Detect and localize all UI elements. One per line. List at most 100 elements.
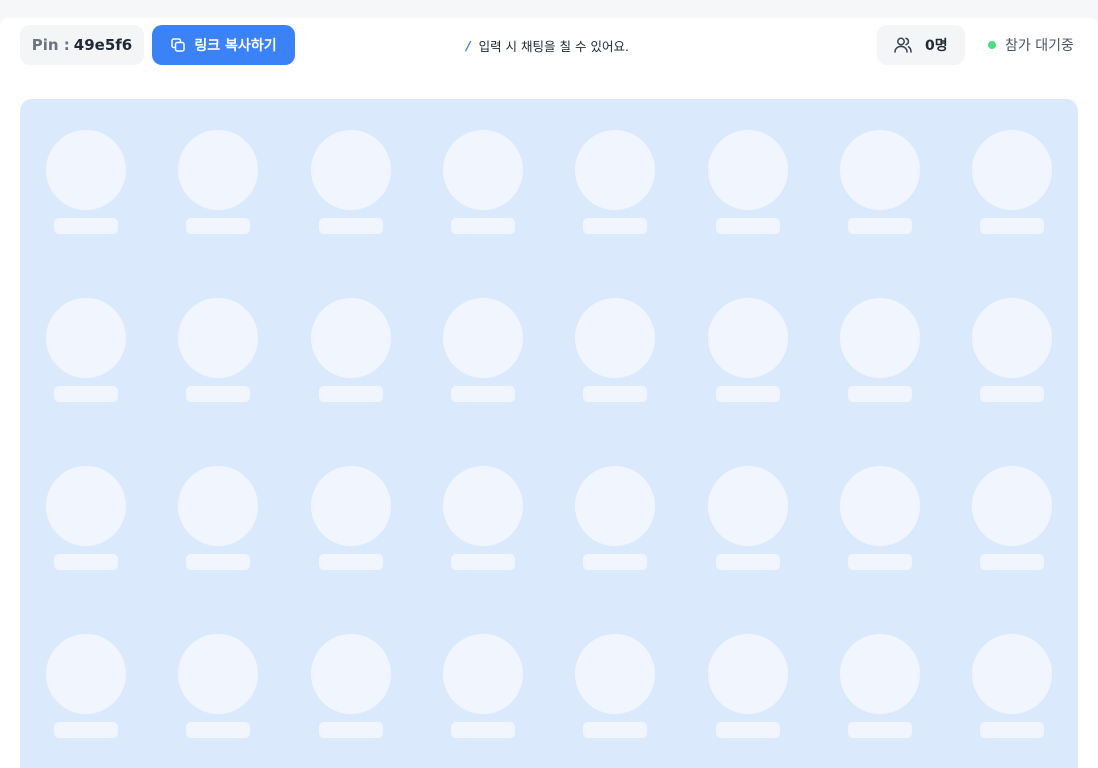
participant-slot bbox=[310, 130, 391, 236]
participant-slot bbox=[972, 634, 1053, 740]
participant-slot bbox=[178, 634, 259, 740]
copy-icon bbox=[171, 38, 186, 52]
participant-slot bbox=[46, 466, 126, 572]
participant-slot bbox=[707, 130, 788, 236]
avatar-placeholder bbox=[310, 130, 391, 210]
name-placeholder bbox=[450, 386, 515, 402]
status-indicator: 참가 대기중 bbox=[988, 25, 1074, 65]
copy-link-label: 링크 복사하기 bbox=[194, 38, 277, 54]
name-placeholder bbox=[186, 218, 251, 234]
name-placeholder bbox=[318, 386, 383, 402]
avatar-placeholder bbox=[178, 634, 259, 714]
chat-hint: / 입력 시 채팅을 칠 수 있어요. bbox=[466, 25, 629, 65]
avatar-placeholder bbox=[46, 466, 126, 546]
participant-slot bbox=[442, 130, 523, 236]
avatar-placeholder bbox=[575, 634, 656, 714]
chat-hint-text: 입력 시 채팅을 칠 수 있어요. bbox=[478, 38, 629, 54]
name-placeholder bbox=[980, 554, 1045, 570]
name-placeholder bbox=[583, 386, 648, 402]
participant-count: 0명 bbox=[925, 38, 948, 54]
name-placeholder bbox=[583, 722, 648, 738]
participant-slot bbox=[575, 298, 656, 404]
participant-count-badge: 0명 bbox=[877, 25, 965, 65]
name-placeholder bbox=[980, 218, 1045, 234]
avatar-placeholder bbox=[178, 466, 259, 546]
name-placeholder bbox=[318, 554, 383, 570]
name-placeholder bbox=[186, 386, 251, 402]
participant-slot bbox=[575, 130, 656, 236]
name-placeholder bbox=[450, 722, 515, 738]
avatar-placeholder bbox=[575, 130, 656, 210]
avatar-placeholder bbox=[310, 298, 391, 378]
participant-slot bbox=[972, 298, 1053, 404]
participant-slot bbox=[707, 298, 788, 404]
avatar-placeholder bbox=[707, 298, 788, 378]
lobby-header: Pin : 49e5f6 링크 복사하기 / 입력 시 채팅을 칠 수 있어요.… bbox=[0, 25, 1098, 65]
name-placeholder bbox=[186, 722, 251, 738]
participant-slot bbox=[575, 466, 656, 572]
status-dot bbox=[988, 41, 996, 49]
avatar-placeholder bbox=[839, 634, 920, 714]
name-placeholder bbox=[715, 554, 780, 570]
participant-slot bbox=[839, 634, 920, 740]
pin-badge: Pin : 49e5f6 bbox=[20, 25, 144, 65]
avatar-placeholder bbox=[575, 298, 656, 378]
participant-slot bbox=[707, 634, 788, 740]
pin-code: 49e5f6 bbox=[73, 36, 133, 54]
participant-slot bbox=[178, 466, 259, 572]
name-placeholder bbox=[54, 218, 118, 234]
name-placeholder bbox=[583, 554, 648, 570]
participant-slot bbox=[707, 466, 788, 572]
avatar-placeholder bbox=[442, 634, 523, 714]
name-placeholder bbox=[450, 218, 515, 234]
status-text: 참가 대기중 bbox=[1005, 38, 1074, 54]
participant-slot bbox=[46, 130, 126, 236]
participant-slot bbox=[442, 298, 523, 404]
participant-slot bbox=[575, 634, 656, 740]
avatar-placeholder bbox=[46, 634, 126, 714]
avatar-placeholder bbox=[839, 298, 920, 378]
name-placeholder bbox=[186, 554, 251, 570]
participant-slot bbox=[972, 466, 1053, 572]
name-placeholder bbox=[715, 722, 780, 738]
participant-slot bbox=[839, 130, 920, 236]
participant-slot bbox=[839, 466, 920, 572]
avatar-placeholder bbox=[707, 634, 788, 714]
avatar-placeholder bbox=[442, 298, 523, 378]
participant-slot bbox=[839, 298, 920, 404]
participant-slot bbox=[46, 634, 126, 740]
users-icon bbox=[894, 37, 912, 53]
name-placeholder bbox=[54, 722, 118, 738]
name-placeholder bbox=[847, 722, 912, 738]
avatar-placeholder bbox=[442, 466, 523, 546]
avatar-placeholder bbox=[707, 130, 788, 210]
avatar-placeholder bbox=[310, 466, 391, 546]
name-placeholder bbox=[980, 722, 1045, 738]
copy-link-button[interactable]: 링크 복사하기 bbox=[152, 25, 295, 65]
avatar-placeholder bbox=[178, 130, 259, 210]
avatar-placeholder bbox=[839, 466, 920, 546]
name-placeholder bbox=[847, 386, 912, 402]
pin-label: Pin : bbox=[31, 36, 70, 54]
avatar-placeholder bbox=[442, 130, 523, 210]
avatar-placeholder bbox=[972, 634, 1053, 714]
name-placeholder bbox=[715, 218, 780, 234]
name-placeholder bbox=[715, 386, 780, 402]
avatar-placeholder bbox=[707, 466, 788, 546]
participant-slot bbox=[178, 298, 259, 404]
participant-slot bbox=[442, 634, 523, 740]
participant-slot bbox=[310, 634, 391, 740]
participant-slot bbox=[310, 466, 391, 572]
avatar-placeholder bbox=[46, 298, 126, 378]
name-placeholder bbox=[980, 386, 1045, 402]
avatar-placeholder bbox=[46, 130, 126, 210]
avatar-placeholder bbox=[972, 466, 1053, 546]
avatar-placeholder bbox=[972, 130, 1053, 210]
avatar-placeholder bbox=[310, 634, 391, 714]
participant-grid bbox=[20, 99, 1078, 768]
participant-slot bbox=[178, 130, 259, 236]
name-placeholder bbox=[54, 554, 118, 570]
name-placeholder bbox=[318, 722, 383, 738]
avatar-placeholder bbox=[575, 466, 656, 546]
name-placeholder bbox=[847, 554, 912, 570]
